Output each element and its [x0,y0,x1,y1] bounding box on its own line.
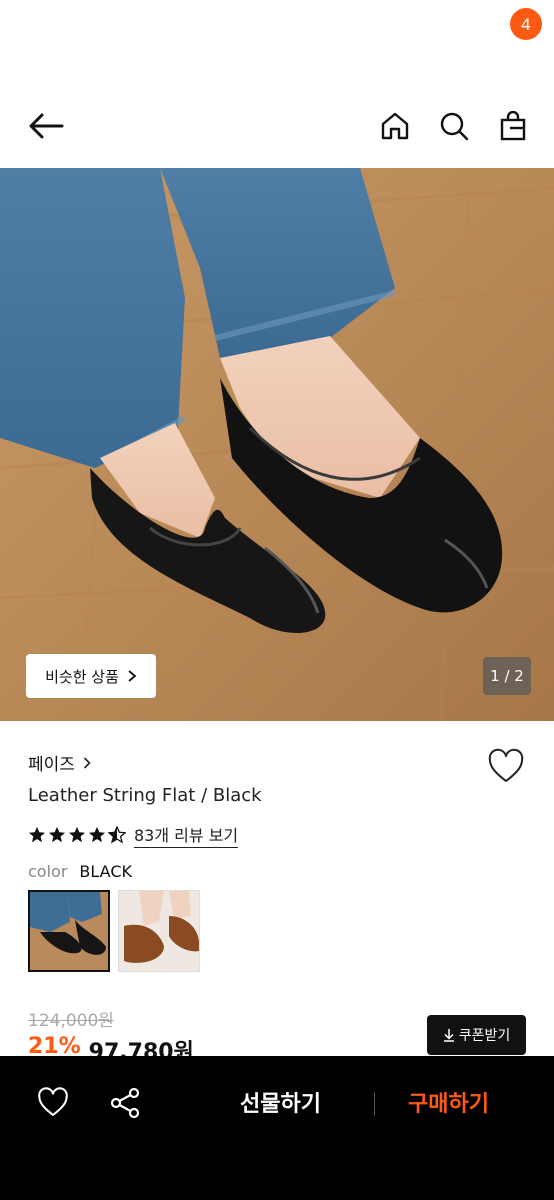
star-rating [28,826,126,844]
star-icon [88,826,106,843]
rating-row: 83개 리뷰 보기 [28,822,239,848]
image-page-indicator: 1 / 2 [483,657,531,695]
coupon-label: 쿠폰받기 [458,1028,511,1044]
search-icon [440,112,469,141]
share-button[interactable] [108,1086,144,1122]
home-icon [381,112,409,140]
heart-icon [38,1087,68,1116]
original-price: 124,000원 [28,1011,114,1031]
star-icon [48,826,66,843]
color-option-row: color BLACK [28,862,132,881]
product-title: Leather String Flat / Black [28,785,262,806]
color-value: BLACK [79,862,132,881]
chevron-right-icon [83,756,91,769]
bottom-action-bar: 선물하기 구매하기 [0,1056,554,1200]
shopping-bag-icon [500,111,526,141]
star-icon [68,826,86,843]
cart-button[interactable] [493,106,533,146]
share-icon [110,1087,140,1119]
similar-products-button[interactable]: 비슷한 상품 [26,654,156,698]
swatch-thumbnail [30,892,108,970]
half-star-icon [108,826,126,844]
home-button[interactable] [375,106,415,146]
brand-link[interactable]: 페이즈 [28,750,91,775]
star-icon [28,826,46,843]
color-swatch-black[interactable] [28,890,110,972]
color-swatch-brown[interactable] [118,890,200,972]
review-link[interactable]: 83개 리뷰 보기 [134,822,239,848]
coupon-button[interactable]: 쿠폰받기 [427,1015,526,1055]
gift-button[interactable]: 선물하기 [240,1086,321,1118]
swatch-thumbnail [119,891,199,971]
search-button[interactable] [434,106,474,146]
download-icon [443,1029,454,1042]
heart-icon [488,748,524,782]
product-photo [0,168,554,721]
wishlist-button[interactable] [486,747,526,787]
arrow-left-icon [29,113,64,139]
divider [374,1092,375,1116]
bottom-wishlist-button[interactable] [36,1086,72,1122]
product-image[interactable]: 비슷한 상품 1 / 2 [0,168,554,721]
cart-count-badge: 4 [510,8,542,40]
brand-name: 페이즈 [28,755,75,775]
top-bar [0,84,554,168]
chevron-right-icon [128,670,137,682]
buy-button[interactable]: 구매하기 [408,1086,489,1118]
color-key-label: color [28,862,68,881]
similar-products-label: 비슷한 상품 [45,667,119,686]
back-button[interactable] [26,108,66,144]
